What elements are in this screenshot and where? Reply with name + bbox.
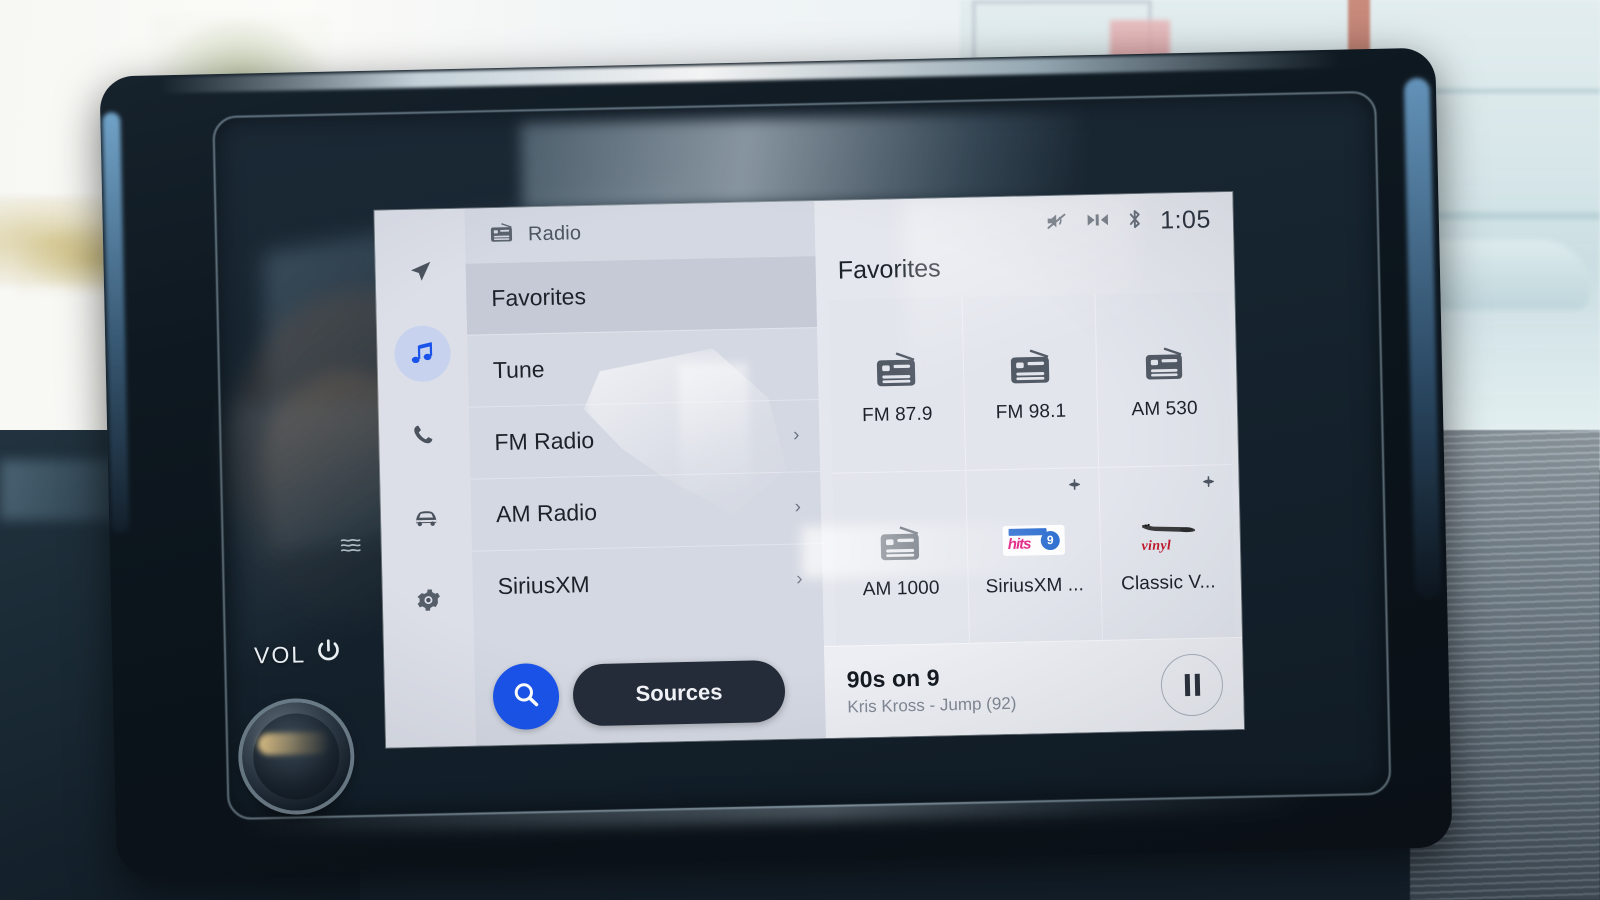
sidebar-item-phone[interactable] — [396, 407, 453, 464]
list-item-label: AM Radio — [495, 498, 598, 528]
radio-icon — [489, 221, 515, 249]
logo-classic-vinyl: vinyl — [1135, 508, 1200, 567]
sidebar-item-media[interactable] — [393, 325, 452, 383]
list-item-tune[interactable]: Tune — [467, 327, 819, 407]
list-item-label: Favorites — [491, 283, 587, 312]
touchscreen-display[interactable]: Radio Favorites Tune FM Radio › AM Radio… — [374, 191, 1244, 748]
satellite-badge-icon — [1200, 473, 1216, 489]
logo-90s-on-9: hits 9 — [1002, 510, 1066, 569]
content-panel: 1:05 Favorites FM 87.9 FM 98.1 AM 530 AM… — [814, 191, 1244, 738]
list-item-label: FM Radio — [494, 426, 595, 456]
panel-header: Radio — [464, 201, 815, 263]
list-item-label: SiriusXM — [497, 571, 590, 600]
car-icon — [412, 504, 441, 531]
favorite-preset[interactable]: vinyl Classic V... — [1099, 464, 1236, 640]
list-item-fm-radio[interactable]: FM Radio › — [468, 399, 821, 479]
favorite-label: FM 87.9 — [861, 403, 933, 427]
favorite-preset[interactable]: FM 98.1 — [962, 294, 1099, 470]
sidebar-item-navigation[interactable] — [392, 243, 449, 300]
favorite-preset[interactable]: AM 530 — [1095, 291, 1233, 467]
list-item-siriusxm[interactable]: SiriusXM › — [471, 543, 824, 623]
favorite-label: SiriusXM ... — [985, 574, 1085, 598]
power-icon — [315, 638, 343, 672]
volume-label-text: VOL — [253, 641, 307, 669]
sources-button-label: Sources — [635, 679, 723, 707]
favorite-preset[interactable]: FM 87.9 — [828, 296, 965, 473]
panel-header-label: Radio — [527, 221, 582, 245]
bluetooth-icon — [1127, 207, 1144, 234]
clock: 1:05 — [1159, 204, 1212, 235]
sources-button[interactable]: Sources — [572, 659, 786, 727]
list-item-am-radio[interactable]: AM Radio › — [470, 471, 822, 551]
mode-nav-rail[interactable] — [374, 208, 477, 748]
source-list-panel[interactable]: Radio Favorites Tune FM Radio › AM Radio… — [464, 201, 827, 746]
satellite-badge-icon — [1067, 476, 1083, 492]
chevron-right-icon: › — [792, 424, 800, 446]
navigation-arrow-icon — [407, 258, 434, 285]
radio-icon — [876, 514, 923, 573]
now-playing-subtitle: Kris Kross - Jump (92) — [847, 693, 1017, 717]
infotainment-head-unit: Radio Favorites Tune FM Radio › AM Radio… — [99, 47, 1453, 877]
now-playing-title: 90s on 9 — [846, 664, 940, 693]
now-playing-text: 90s on 9 Kris Kross - Jump (92) — [846, 660, 1147, 718]
now-playing-bar[interactable]: 90s on 9 Kris Kross - Jump (92) — [824, 636, 1244, 738]
search-button[interactable] — [492, 662, 560, 731]
favorite-label: Classic V... — [1120, 571, 1216, 595]
list-item-favorites[interactable]: Favorites — [465, 255, 818, 335]
list-item-label: Tune — [492, 356, 545, 384]
volume-power-label: VOL — [254, 638, 343, 673]
chevron-right-icon: › — [794, 496, 802, 518]
sidebar-item-vehicle[interactable] — [398, 489, 455, 546]
panel-action-bar: Sources — [474, 642, 826, 746]
favorite-label: AM 530 — [1131, 398, 1198, 421]
favorites-grid[interactable]: FM 87.9 FM 98.1 AM 530 AM 1000 hits 9 Si… — [828, 291, 1236, 646]
phone-icon — [411, 422, 438, 449]
radio-icon — [1141, 334, 1186, 393]
volume-mute-icon — [1045, 210, 1070, 236]
gear-icon — [414, 586, 442, 614]
search-icon — [511, 679, 542, 715]
favorite-label: FM 98.1 — [995, 400, 1067, 424]
pause-button[interactable] — [1160, 652, 1224, 717]
favorite-preset[interactable]: hits 9 SiriusXM ... — [965, 467, 1103, 643]
status-bar: 1:05 — [814, 192, 1233, 255]
sidebar-item-settings[interactable] — [399, 571, 456, 628]
music-note-icon — [408, 339, 437, 368]
chevron-right-icon: › — [796, 568, 803, 590]
rear-defrost-icon[interactable] — [337, 533, 364, 563]
favorite-label: AM 1000 — [862, 577, 940, 600]
media-skip-icon — [1086, 210, 1110, 234]
favorite-preset[interactable]: AM 1000 — [832, 470, 969, 646]
radio-icon — [873, 340, 920, 399]
pause-icon — [1182, 673, 1202, 696]
radio-icon — [1006, 337, 1053, 396]
